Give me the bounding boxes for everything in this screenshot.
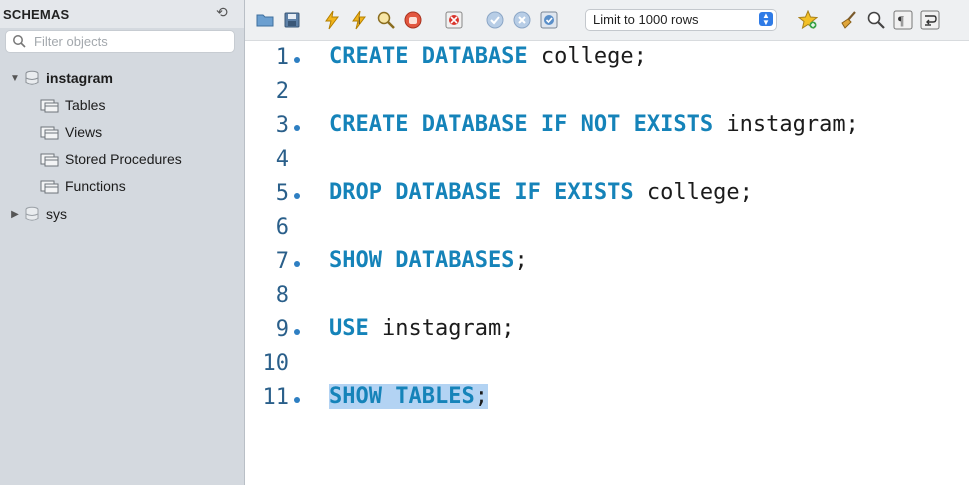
filter-box <box>5 30 235 53</box>
broom-icon[interactable] <box>839 10 859 30</box>
refresh-icon[interactable]: ⟲ <box>216 4 228 21</box>
code-text: USE instagram; <box>329 316 514 341</box>
query-toolbar: I Limit to 1000 rows ▲ ▼ ¶ <box>245 0 969 41</box>
schema-instagram[interactable]: ▼ instagram <box>8 67 113 89</box>
selected-code-text: SHOW TABLES; <box>329 384 488 409</box>
sql-keyword: DROP DATABASE IF EXISTS <box>329 180 634 205</box>
line-number: 4 <box>275 147 289 172</box>
sql-keyword: CREATE DATABASE IF NOT EXISTS <box>329 112 714 137</box>
code-text: CREATE DATABASE college; <box>329 44 647 69</box>
statement-marker-icon <box>294 329 300 335</box>
rollback-icon[interactable] <box>512 10 532 30</box>
code-line[interactable]: 1 CREATE DATABASE college; <box>245 41 969 75</box>
code-line[interactable]: 10 <box>245 347 969 381</box>
invisible-chars-icon[interactable]: ¶ <box>893 10 913 30</box>
schema-name: sys <box>46 206 67 222</box>
database-icon <box>25 206 39 221</box>
line-number: 9 <box>275 317 289 342</box>
procedure-group-icon <box>40 153 59 167</box>
select-stepper-icon[interactable]: ▲ ▼ <box>759 12 773 27</box>
code-line[interactable]: 4 <box>245 143 969 177</box>
schema-name: instagram <box>46 70 113 86</box>
tree-item-functions[interactable]: Functions <box>40 175 126 197</box>
line-number: 1 <box>275 45 289 70</box>
sql-text: college; <box>527 44 647 69</box>
code-line[interactable]: 7 SHOW DATABASES; <box>245 245 969 279</box>
toggle-error-icon[interactable] <box>444 10 464 30</box>
sql-keyword: SHOW TABLES <box>329 384 475 409</box>
tree-item-label: Tables <box>65 97 106 113</box>
svg-text:I: I <box>358 16 361 26</box>
wrap-icon[interactable] <box>920 10 940 30</box>
schemas-header: SCHEMAS ⟲ <box>0 0 244 28</box>
code-line[interactable]: 2 <box>245 75 969 109</box>
sql-text: college; <box>633 180 753 205</box>
sql-text: instagram; <box>713 112 859 137</box>
code-line[interactable]: 5 DROP DATABASE IF EXISTS college; <box>245 177 969 211</box>
view-group-icon <box>40 126 59 140</box>
function-group-icon <box>40 180 59 194</box>
explain-icon[interactable] <box>376 10 396 30</box>
code-text: CREATE DATABASE IF NOT EXISTS instagram; <box>329 112 859 137</box>
filter-objects-input[interactable] <box>34 33 229 49</box>
execute-icon[interactable] <box>322 10 342 30</box>
search-icon <box>13 35 26 48</box>
schemas-title: SCHEMAS <box>3 7 70 22</box>
find-icon[interactable] <box>866 10 886 30</box>
sql-text: instagram; <box>368 316 515 341</box>
open-folder-icon[interactable] <box>255 10 275 30</box>
line-number: 8 <box>275 283 289 308</box>
tree-item-label: Functions <box>65 178 126 194</box>
code-text: DROP DATABASE IF EXISTS college; <box>329 180 753 205</box>
line-number: 6 <box>275 215 289 240</box>
code-line[interactable]: 6 <box>245 211 969 245</box>
execute-current-icon[interactable]: I <box>349 10 369 30</box>
sql-text: ; <box>514 248 528 273</box>
chevron-down-icon[interactable]: ▼ <box>8 73 22 84</box>
tree-item-tables[interactable]: Tables <box>40 94 105 116</box>
schema-sys[interactable]: ▶ sys <box>8 203 67 225</box>
sql-keyword: USE <box>329 316 369 341</box>
save-icon[interactable] <box>282 10 302 30</box>
tree-item-label: Stored Procedures <box>65 151 182 167</box>
limit-rows-label: Limit to 1000 rows <box>593 12 699 27</box>
tree-item-label: Views <box>65 124 103 140</box>
tree-item-views[interactable]: Views <box>40 121 102 143</box>
stop-icon[interactable] <box>403 10 423 30</box>
code-line[interactable]: 9 USE instagram; <box>245 313 969 347</box>
line-number: 10 <box>262 351 290 376</box>
beautify-star-icon[interactable] <box>798 10 818 30</box>
statement-marker-icon <box>294 57 300 63</box>
sql-editor[interactable]: 1 CREATE DATABASE college; 2 3 CREATE DA… <box>245 41 969 485</box>
line-number: 7 <box>275 249 289 274</box>
code-line[interactable]: 8 <box>245 279 969 313</box>
tree-item-stored-procedures[interactable]: Stored Procedures <box>40 148 182 170</box>
line-number: 3 <box>275 113 289 138</box>
line-number: 11 <box>262 385 290 410</box>
code-line-selected[interactable]: 11 SHOW TABLES; <box>245 381 969 415</box>
statement-marker-icon <box>294 261 300 267</box>
chevron-right-icon[interactable]: ▶ <box>8 209 22 220</box>
code-line[interactable]: 3 CREATE DATABASE IF NOT EXISTS instagra… <box>245 109 969 143</box>
limit-rows-select[interactable]: Limit to 1000 rows ▲ ▼ <box>585 9 777 31</box>
schema-sidebar: SCHEMAS ⟲ ▼ instagram Tables <box>0 0 245 485</box>
sql-keyword: CREATE DATABASE <box>329 44 528 69</box>
autocommit-icon[interactable] <box>539 10 559 30</box>
line-number: 5 <box>275 181 289 206</box>
line-number: 2 <box>275 79 289 104</box>
statement-marker-icon <box>294 125 300 131</box>
sql-keyword: SHOW DATABASES <box>329 248 515 273</box>
commit-icon[interactable] <box>485 10 505 30</box>
database-icon <box>25 70 39 85</box>
statement-marker-icon <box>294 397 300 403</box>
svg-text:¶: ¶ <box>898 13 904 28</box>
sql-text: ; <box>474 384 488 409</box>
table-group-icon <box>40 99 59 113</box>
code-text: SHOW DATABASES; <box>329 248 528 273</box>
statement-marker-icon <box>294 193 300 199</box>
